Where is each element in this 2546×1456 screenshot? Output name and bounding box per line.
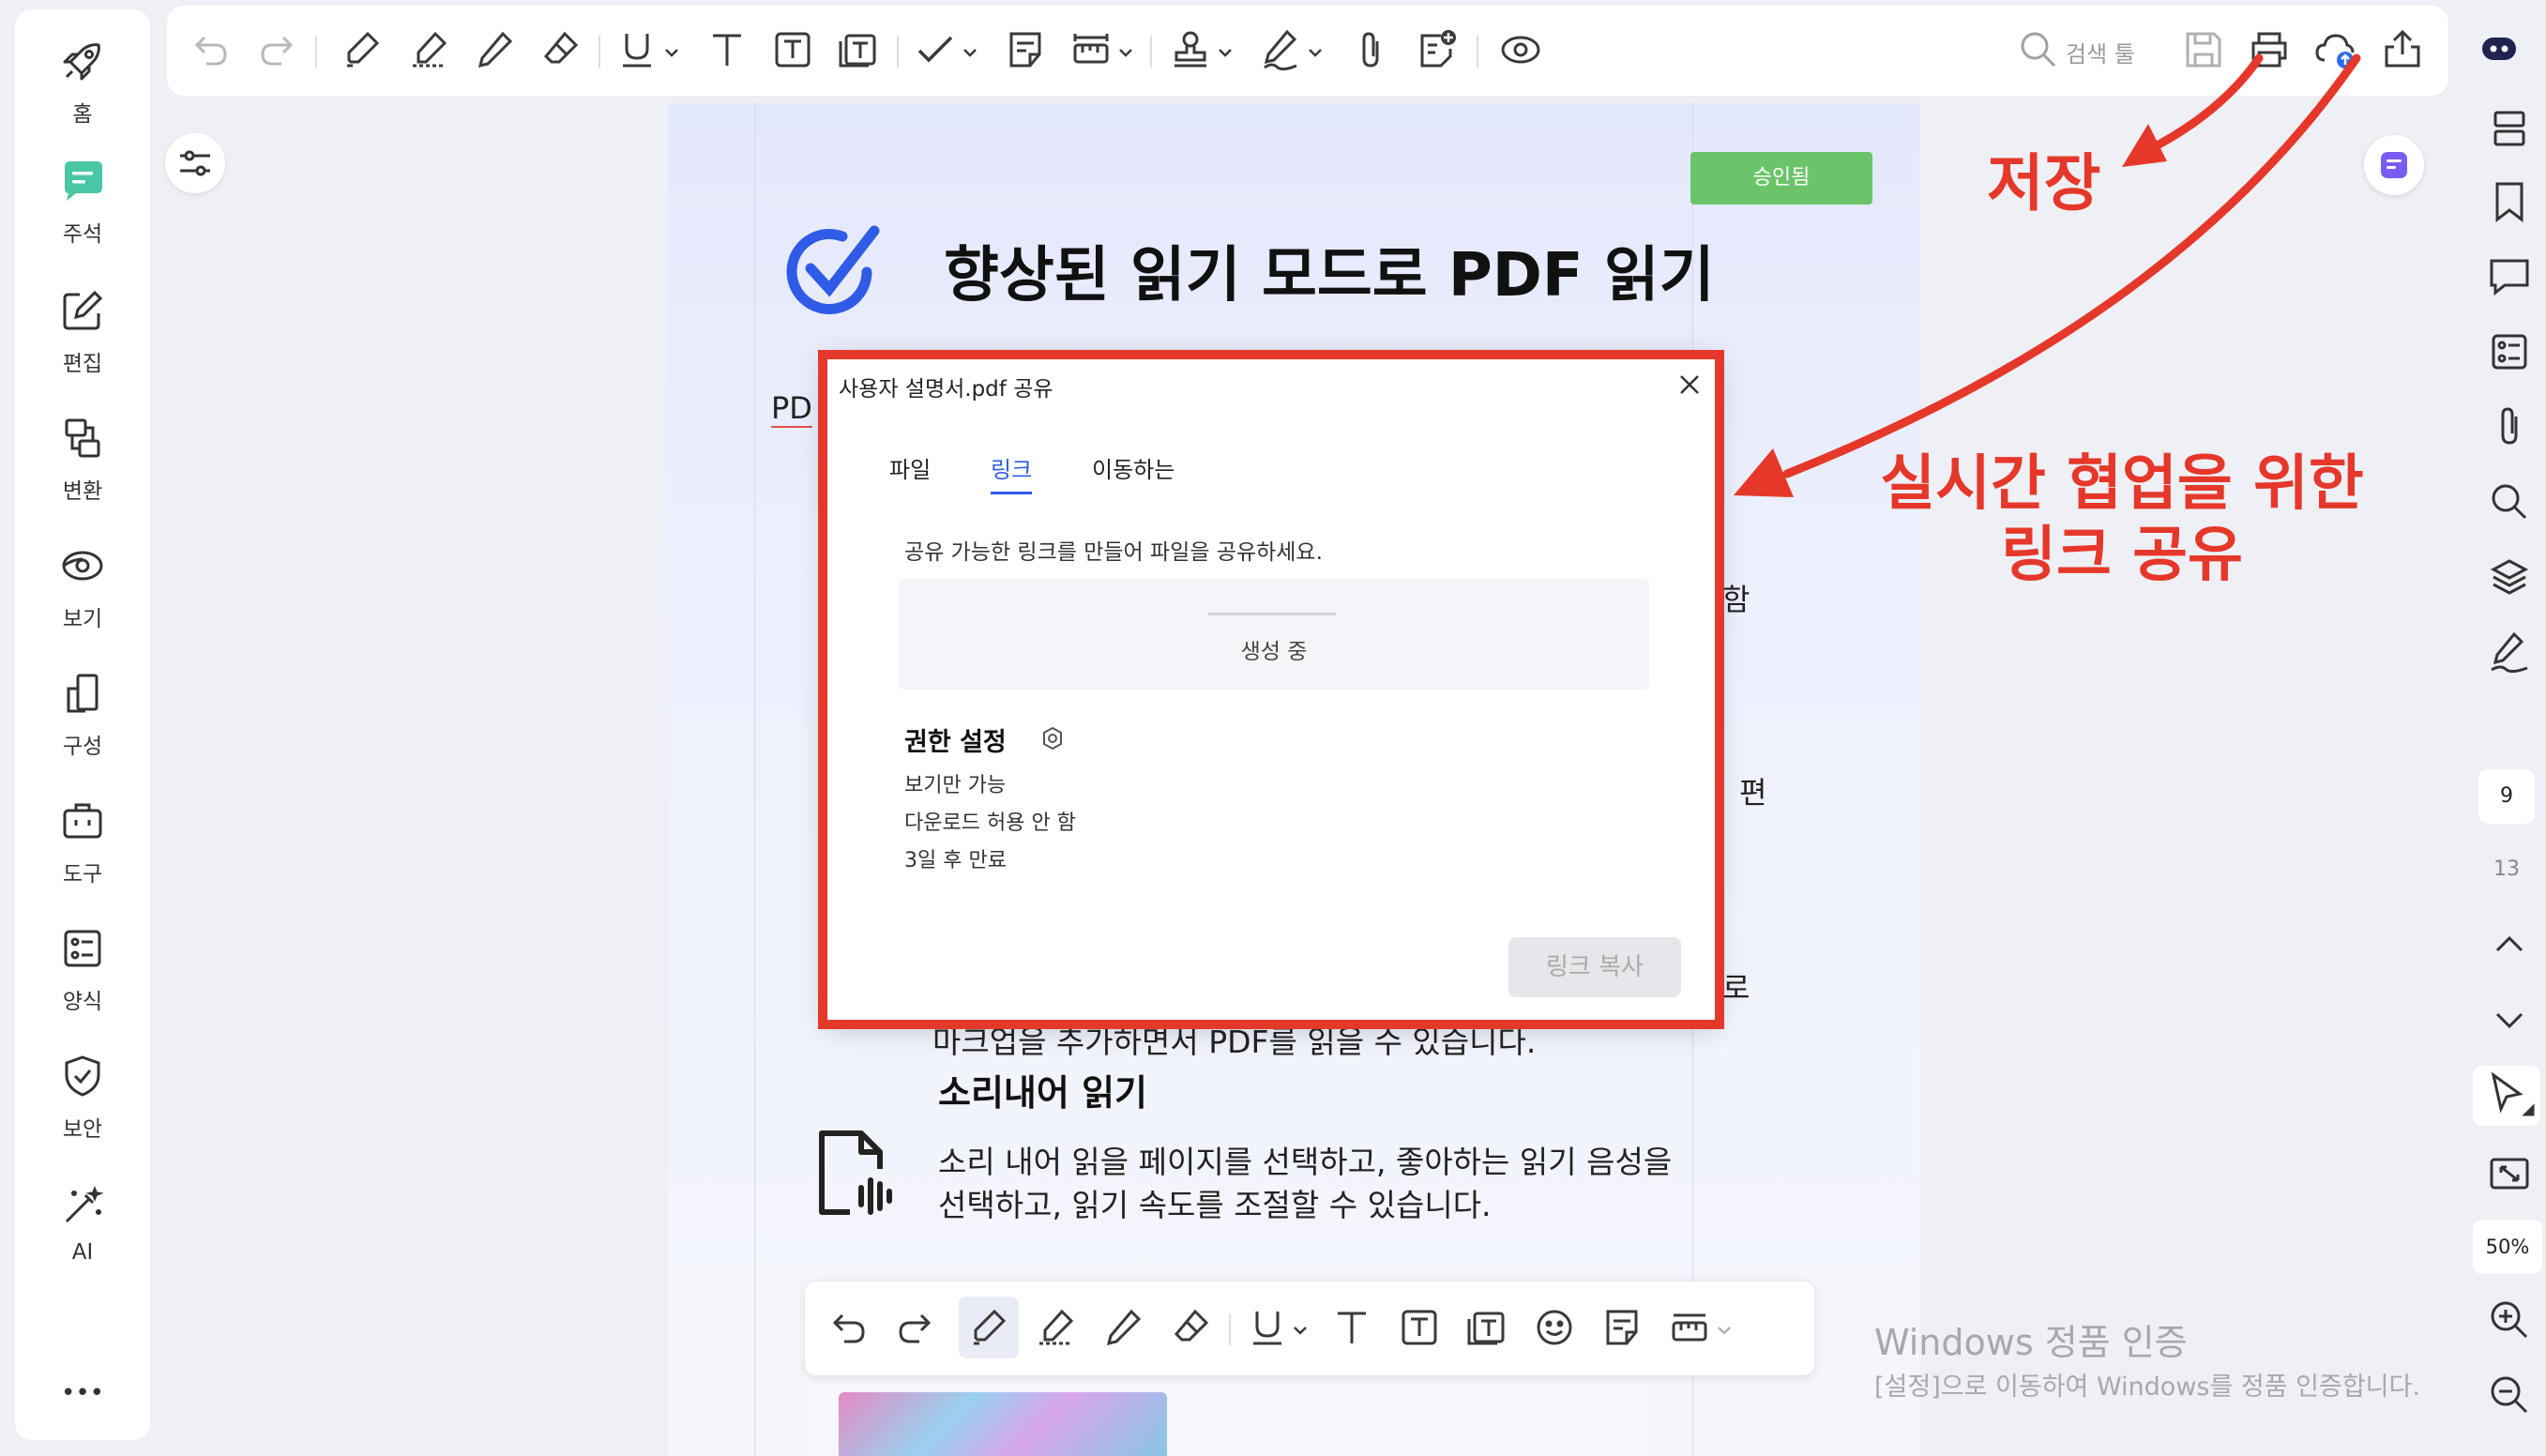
watermark-title: Windows 정품 인증 [1874, 1322, 2188, 1363]
annotation-arrows [1734, 53, 2361, 497]
share-annotation-line: 링크 공유 [2001, 521, 2243, 590]
watermark-subtitle: [설정]으로 이동하여 Windows를 정품 인증합니다. [1874, 1373, 2420, 1402]
save-annotation: 저장 [1987, 147, 2101, 220]
share-annotation: 실시간 협업을 위한 링크 공유 [1841, 448, 2403, 591]
arrow-to-save [2144, 53, 2264, 155]
share-annotation-line: 실시간 협업을 위한 [1880, 449, 2364, 519]
arrow-to-dialog [1782, 53, 2361, 478]
